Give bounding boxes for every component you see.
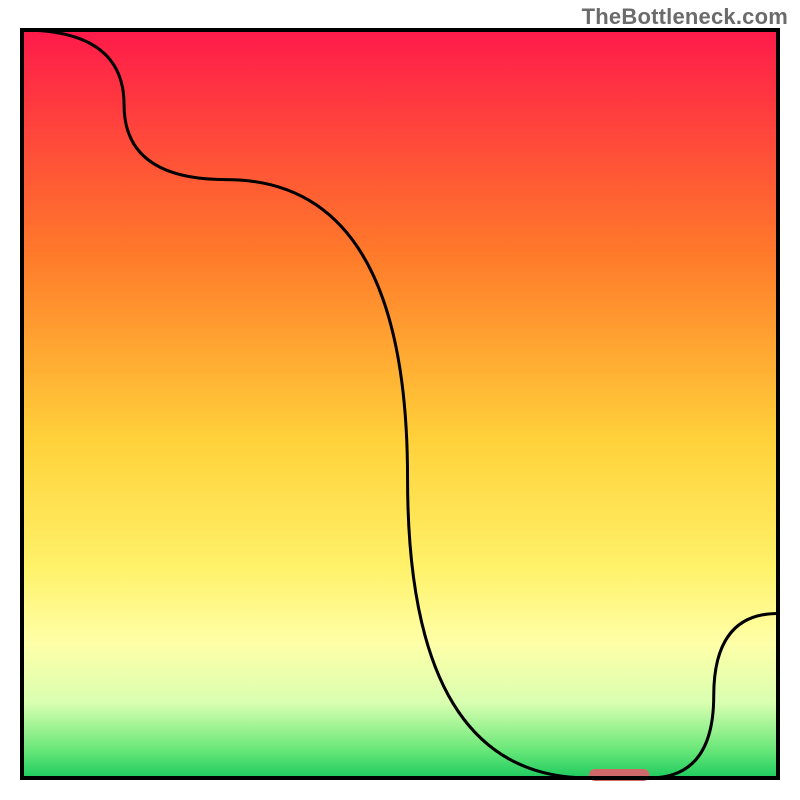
chart-svg bbox=[0, 0, 800, 800]
watermark-text: TheBottleneck.com bbox=[582, 4, 788, 30]
bottleneck-chart: TheBottleneck.com bbox=[0, 0, 800, 800]
gradient-background bbox=[22, 30, 778, 778]
